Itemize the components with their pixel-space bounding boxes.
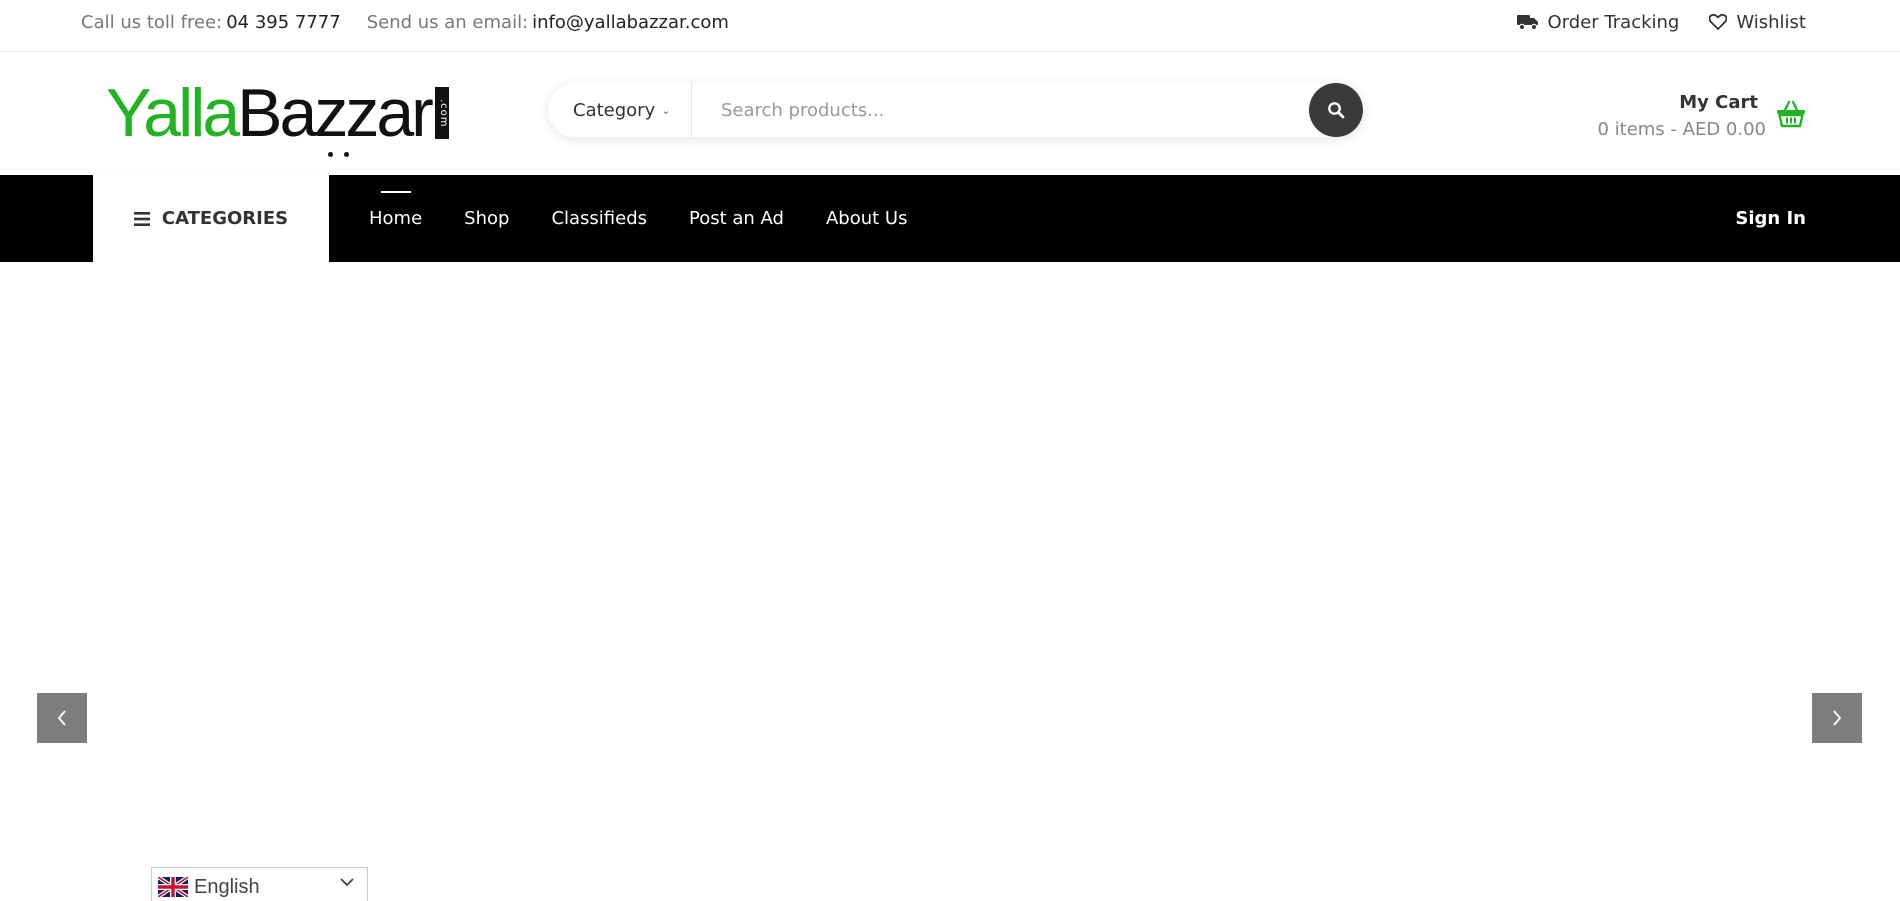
nav-item-home[interactable]: Home: [369, 191, 422, 229]
heart-icon: [1709, 14, 1728, 30]
chevron-down-icon: [340, 878, 354, 887]
logo-dot: [344, 152, 349, 157]
logo-dot: [328, 152, 333, 157]
category-select-label: Category: [573, 99, 656, 121]
logo-text-yalla: Yalla: [106, 75, 240, 151]
logo-suffix: .com: [434, 87, 449, 139]
nav-item-classifieds[interactable]: Classifieds: [551, 208, 647, 229]
chevron-left-icon: [57, 710, 66, 726]
contact-info: Call us toll free: 04 395 7777 Send us a…: [81, 0, 729, 44]
sign-in-link[interactable]: Sign In: [1735, 175, 1806, 262]
top-links: Order Tracking Wishlist: [1516, 0, 1806, 44]
search-icon: [1328, 102, 1345, 119]
chevron-down-icon: ⌄: [661, 103, 671, 117]
categories-button[interactable]: CATEGORIES: [93, 175, 329, 262]
categories-label: CATEGORIES: [161, 208, 289, 229]
nav-item-post-an-ad[interactable]: Post an Ad: [689, 208, 784, 229]
cart-title: My Cart: [1679, 92, 1758, 113]
wishlist-label: Wishlist: [1736, 11, 1806, 33]
logo-text-bazzar: Bazzar: [237, 75, 434, 151]
basket-icon: [1777, 100, 1805, 128]
cart-summary: 0 items - AED 0.00: [1597, 119, 1766, 140]
search-bar: Category ⌄: [548, 83, 1364, 137]
category-select[interactable]: Category ⌄: [548, 83, 692, 137]
email-address[interactable]: info@yallabazzar.com: [532, 12, 729, 33]
hamburger-icon: [133, 211, 150, 226]
main-menu: Home Shop Classifieds Post an Ad About U…: [369, 175, 949, 262]
slider-next-button[interactable]: [1812, 693, 1862, 743]
search-button[interactable]: [1309, 83, 1363, 137]
order-tracking-label: Order Tracking: [1547, 11, 1680, 33]
uk-flag-icon: [158, 877, 188, 897]
header: YallaBazzar.com Category ⌄ My Cart 0 ite…: [0, 52, 1900, 175]
email-label: Send us an email:: [366, 11, 529, 33]
order-tracking-link[interactable]: Order Tracking: [1516, 11, 1680, 33]
language-selector[interactable]: English: [151, 867, 368, 901]
main-navbar: CATEGORIES Home Shop Classifieds Post an…: [0, 175, 1900, 262]
nav-item-shop[interactable]: Shop: [464, 208, 509, 229]
slider-prev-button[interactable]: [37, 693, 87, 743]
search-input[interactable]: [692, 83, 1309, 137]
phone-number[interactable]: 04 395 7777: [226, 12, 341, 33]
chevron-right-icon: [1833, 710, 1842, 726]
nav-item-about-us[interactable]: About Us: [826, 208, 908, 229]
mini-cart[interactable]: My Cart 0 items - AED 0.00: [1597, 92, 1806, 140]
language-selected: English: [194, 875, 260, 898]
site-logo[interactable]: Yalla Bazzar .com: [106, 72, 476, 157]
hero-slider: [0, 262, 1900, 901]
wishlist-link[interactable]: Wishlist: [1709, 12, 1806, 33]
truck-icon: [1516, 15, 1538, 31]
call-label: Call us toll free:: [81, 11, 223, 33]
top-bar: Call us toll free: 04 395 7777 Send us a…: [0, 0, 1900, 52]
